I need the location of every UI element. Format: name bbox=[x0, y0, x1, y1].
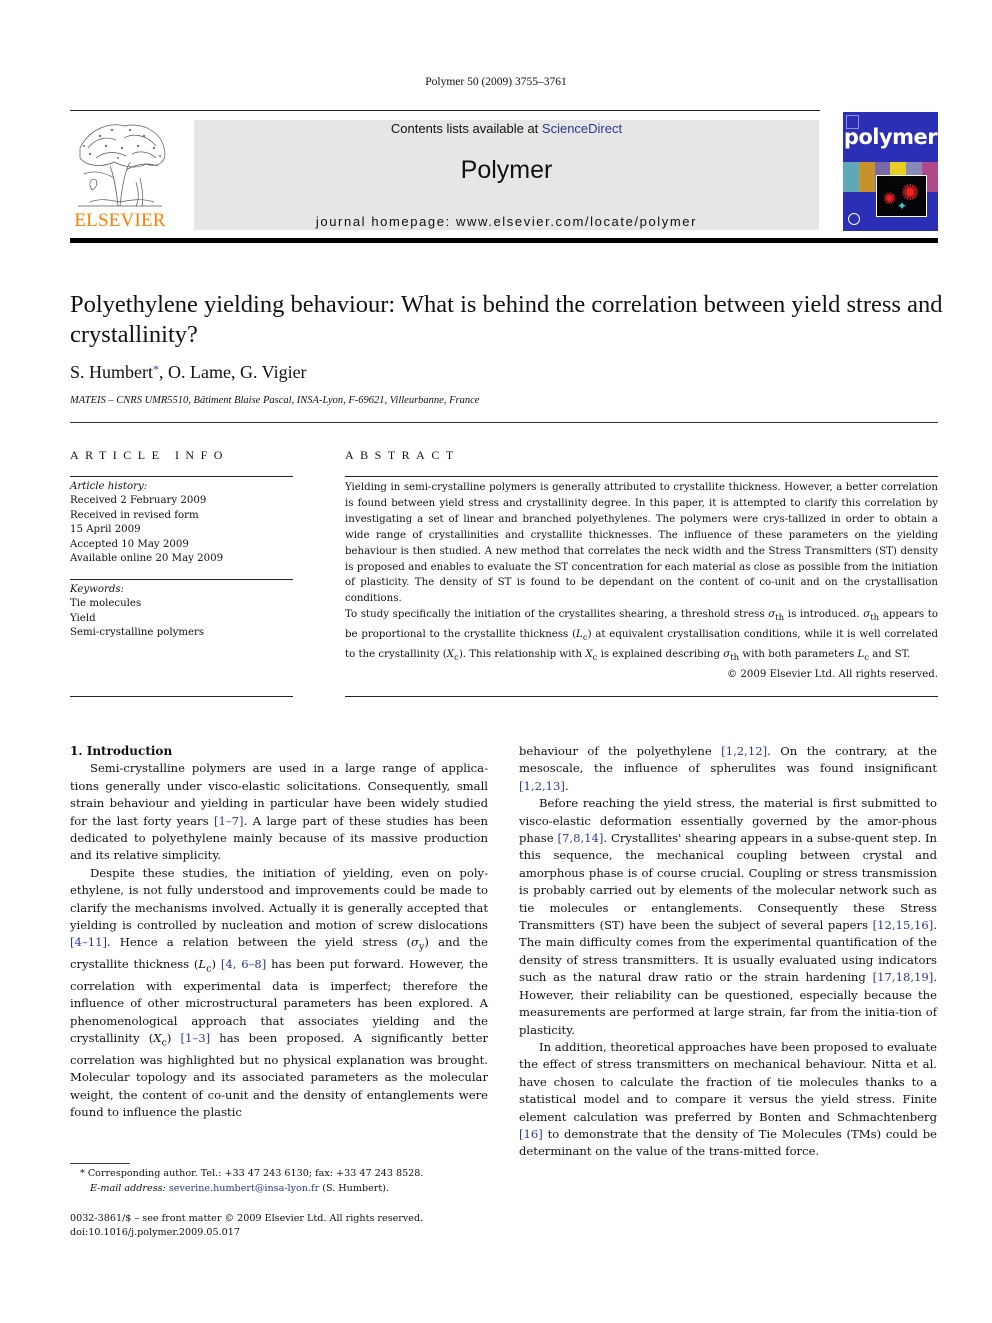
header-rule-top bbox=[70, 110, 820, 111]
contents-line: Contents lists available at ScienceDirec… bbox=[194, 121, 819, 136]
header-rule-bottom bbox=[70, 238, 938, 243]
history-revised-date: 15 April 2009 bbox=[70, 524, 141, 536]
reference-link[interactable]: [7,8,14] bbox=[558, 831, 604, 845]
keyword-item: Tie molecules bbox=[70, 598, 142, 610]
journal-citation: Polymer 50 (2009) 3755–3761 bbox=[425, 76, 567, 88]
authors-rest: , O. Lame, G. Vigier bbox=[159, 362, 307, 382]
article-info-rule bbox=[70, 476, 293, 477]
article-history-label: Article history: bbox=[70, 481, 148, 492]
body-paragraph: Before reaching the yield stress, the ma… bbox=[519, 796, 937, 1037]
journal-name: Polymer bbox=[460, 156, 553, 184]
history-online: Available online 20 May 2009 bbox=[70, 553, 224, 565]
body-column-left: 1. Introduction Semi-crystalline polymer… bbox=[70, 743, 488, 1121]
abstract-text: Yielding in semi-crystalline polymers is… bbox=[345, 480, 938, 683]
reference-link[interactable]: [4, 6–8] bbox=[221, 957, 266, 971]
cover-title: polymer bbox=[843, 125, 938, 149]
cover-seal-icon bbox=[848, 213, 860, 225]
abstract-paragraph-2: To study specifically the initiation of … bbox=[345, 609, 938, 664]
email-link[interactable]: severine.humbert@insa-lyon.fr bbox=[169, 1183, 319, 1194]
keywords: Keywords: Tie molecules Yield Semi-cryst… bbox=[70, 583, 293, 641]
footnote-contact: * Corresponding author. Tel.: +33 47 243… bbox=[80, 1168, 424, 1179]
body-paragraph: behaviour of the polyethylene [1,2,12]. … bbox=[519, 744, 937, 793]
journal-cover-image[interactable]: polymer ✺ ✺ ✦ bbox=[843, 112, 938, 231]
history-received: Received 2 February 2009 bbox=[70, 495, 207, 507]
elsevier-tree-icon bbox=[78, 124, 166, 207]
keywords-rule bbox=[70, 579, 293, 580]
article-title: Polyethylene yielding behaviour: What is… bbox=[70, 291, 943, 348]
keyword-item: Yield bbox=[70, 612, 96, 624]
reference-link[interactable]: [1,2,13] bbox=[519, 779, 565, 793]
section-heading-introduction: 1. Introduction bbox=[70, 744, 173, 758]
body-column-right: behaviour of the polyethylene [1,2,12]. … bbox=[519, 743, 937, 1161]
author-list: S. Humbert*, O. Lame, G. Vigier bbox=[70, 362, 307, 383]
abstract-rule bbox=[345, 476, 938, 477]
affiliation: MATEIS – CNRS UMR5510, Bâtiment Blaise P… bbox=[70, 395, 480, 406]
journal-homepage-link[interactable]: journal homepage: www.elsevier.com/locat… bbox=[194, 214, 819, 229]
body-paragraph: Despite these studies, the initiation of… bbox=[70, 865, 489, 1120]
keywords-label: Keywords: bbox=[70, 584, 125, 595]
title-divider bbox=[70, 422, 938, 423]
article-history: Article history: Received 2 February 200… bbox=[70, 480, 293, 566]
footnote-email: E-mail address: severine.humbert@insa-ly… bbox=[90, 1183, 390, 1194]
journal-header-box: Contents lists available at ScienceDirec… bbox=[194, 120, 819, 230]
issn-line: 0032-3861/$ – see front matter © 2009 El… bbox=[70, 1213, 424, 1224]
cover-fluorescence-photo: ✺ ✺ ✦ bbox=[876, 175, 927, 217]
corresponding-author-footnote: * Corresponding author. Tel.: +33 47 243… bbox=[80, 1166, 500, 1196]
body-paragraph: Semi-crystalline polymers are used in a … bbox=[70, 761, 488, 863]
sciencedirect-link[interactable]: ScienceDirect bbox=[542, 121, 622, 136]
reference-link[interactable]: [12,15,16] bbox=[873, 918, 934, 932]
article-info-heading: ARTICLE INFO bbox=[70, 448, 229, 462]
abstract-bottom-rule bbox=[345, 696, 938, 697]
contents-prefix: Contents lists available at bbox=[390, 121, 542, 136]
doi-link[interactable]: doi:10.1016/j.polymer.2009.05.017 bbox=[70, 1226, 423, 1240]
reference-link[interactable]: [1,2,12] bbox=[721, 744, 767, 758]
abstract-heading: ABSTRACT bbox=[345, 448, 460, 462]
abstract-paragraph-1: Yielding in semi-crystalline polymers is… bbox=[345, 482, 938, 605]
reference-link[interactable]: [16] bbox=[519, 1127, 543, 1141]
elsevier-wordmark: ELSEVIER bbox=[74, 210, 166, 231]
history-revised: Received in revised form bbox=[70, 509, 199, 521]
abstract-copyright: © 2009 Elsevier Ltd. All rights reserved… bbox=[726, 669, 938, 681]
keyword-item: Semi-crystalline polymers bbox=[70, 627, 205, 639]
reference-link[interactable]: [1–3] bbox=[181, 1031, 211, 1045]
article-info-bottom-rule bbox=[70, 696, 293, 697]
front-matter: 0032-3861/$ – see front matter © 2009 El… bbox=[70, 1212, 423, 1240]
reference-link[interactable]: [17,18,19] bbox=[873, 970, 934, 984]
reference-link[interactable]: [1–7] bbox=[214, 814, 244, 828]
reference-link[interactable]: [4–11] bbox=[70, 935, 107, 949]
body-paragraph: In addition, theoretical approaches have… bbox=[519, 1039, 937, 1159]
history-accepted: Accepted 10 May 2009 bbox=[70, 538, 189, 550]
author-humbert[interactable]: S. Humbert bbox=[70, 362, 153, 382]
elsevier-logo[interactable]: ELSEVIER bbox=[70, 118, 170, 232]
footnote-rule bbox=[70, 1163, 130, 1164]
